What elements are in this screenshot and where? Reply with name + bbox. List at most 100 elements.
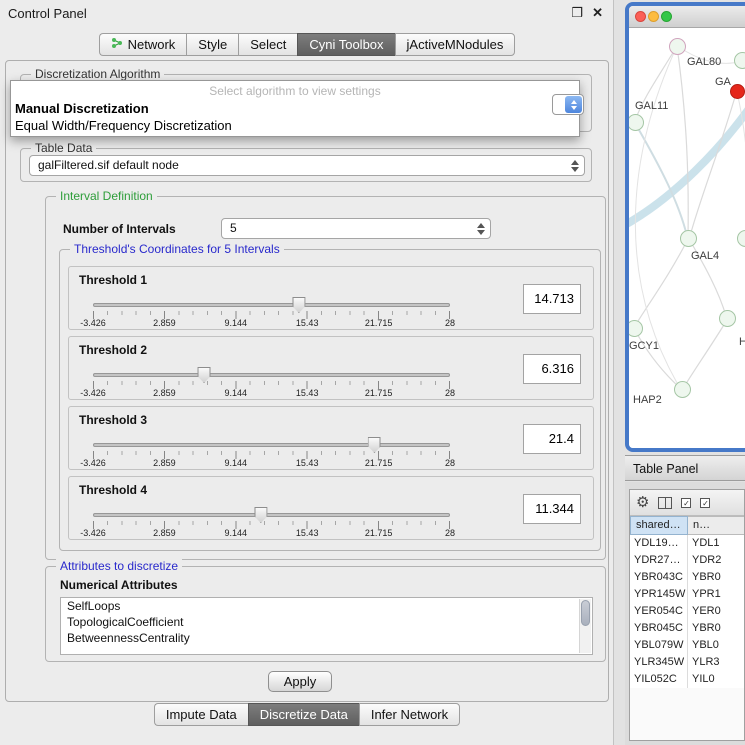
tab-label: jActiveMNodules bbox=[407, 37, 504, 52]
checkbox-icon[interactable]: ✓ bbox=[700, 498, 710, 508]
tick-label: 28 bbox=[445, 528, 455, 538]
tick-label: 2.859 bbox=[153, 388, 176, 398]
cell-name[interactable]: YPR1 bbox=[688, 586, 744, 603]
cell-name[interactable]: YDR2 bbox=[688, 552, 744, 569]
table-row[interactable]: YDL19…YDL1 bbox=[630, 535, 744, 552]
tick-label: 28 bbox=[445, 458, 455, 468]
cell-name[interactable]: YIL0 bbox=[688, 671, 744, 688]
table-row[interactable]: YBR043CYBR0 bbox=[630, 569, 744, 586]
node-label: GAL11 bbox=[635, 100, 668, 112]
list-item[interactable]: TopologicalCoefficient bbox=[61, 614, 592, 630]
cell-name[interactable]: YER0 bbox=[688, 603, 744, 620]
slider-scale: -3.426 2.859 9.144 15.43 21.715 28 bbox=[93, 388, 450, 399]
network-node[interactable] bbox=[674, 381, 691, 398]
control-panel-titlebar: Control Panel ❒ ✕ bbox=[0, 0, 613, 26]
cell-shared-name[interactable]: YER054C bbox=[630, 603, 688, 620]
network-node[interactable] bbox=[719, 310, 736, 327]
table-row[interactable]: YDR27…YDR2 bbox=[630, 552, 744, 569]
cell-shared-name[interactable]: YDR27… bbox=[630, 552, 688, 569]
tick-label: 21.715 bbox=[365, 528, 393, 538]
cell-shared-name[interactable]: YPR145W bbox=[630, 586, 688, 603]
close-icon[interactable]: ✕ bbox=[592, 5, 603, 21]
scrollbar-thumb[interactable] bbox=[581, 600, 590, 626]
checkbox-icon[interactable]: ✓ bbox=[681, 498, 691, 508]
threshold-2-value-field[interactable]: 6.316 bbox=[523, 354, 581, 384]
dropdown-option-equal-width[interactable]: Equal Width/Frequency Discretization bbox=[11, 116, 579, 133]
cell-shared-name[interactable]: YLR345W bbox=[630, 654, 688, 671]
table-row[interactable]: YIL052CYIL0 bbox=[630, 671, 744, 688]
threshold-label: Threshold 1 bbox=[79, 273, 147, 287]
tick-label: -3.426 bbox=[80, 318, 106, 328]
threshold-1-slider[interactable] bbox=[93, 303, 450, 307]
column-header-shared-name[interactable]: shared… bbox=[630, 516, 688, 535]
threshold-panel-4: Threshold 4 -3.426 2.859 9.144 15.43 21.… bbox=[68, 476, 594, 540]
network-tab-icon bbox=[111, 37, 123, 52]
table-panel-header[interactable]: Table Panel bbox=[625, 455, 745, 481]
threshold-label: Threshold 3 bbox=[79, 413, 147, 427]
node-label: HAP2 bbox=[633, 394, 662, 406]
gear-icon[interactable]: ⚙ bbox=[636, 495, 649, 510]
table-panel-area: ⚙ ✓ ✓ shared… n… YDL19…YDL1 YDR27…YDR2 Y… bbox=[625, 482, 745, 745]
threshold-3-value-field[interactable]: 21.4 bbox=[523, 424, 581, 454]
close-traffic-light-icon[interactable] bbox=[635, 11, 646, 22]
threshold-1-value-field[interactable]: 14.713 bbox=[523, 284, 581, 314]
num-intervals-combobox[interactable]: 5 bbox=[221, 218, 491, 239]
table-row[interactable]: YER054CYER0 bbox=[630, 603, 744, 620]
attributes-group: Attributes to discretize Numerical Attri… bbox=[45, 566, 606, 662]
apply-button[interactable]: Apply bbox=[268, 671, 332, 692]
cell-shared-name[interactable]: YIL052C bbox=[630, 671, 688, 688]
combo-stepper-icon[interactable] bbox=[565, 96, 582, 113]
tick-label: 28 bbox=[445, 318, 455, 328]
cell-name[interactable]: YBR0 bbox=[688, 569, 744, 586]
cell-name[interactable]: YDL1 bbox=[688, 535, 744, 552]
tab-jactivemnodules[interactable]: jActiveMNodules bbox=[395, 33, 516, 56]
tab-infer-network[interactable]: Infer Network bbox=[359, 703, 460, 726]
float-window-icon[interactable]: ❒ bbox=[571, 5, 583, 21]
list-item[interactable]: BetweennessCentrality bbox=[61, 630, 592, 646]
node-label: GCY1 bbox=[629, 340, 659, 352]
cell-name[interactable]: YBR0 bbox=[688, 620, 744, 637]
cell-name[interactable]: YBL0 bbox=[688, 637, 744, 654]
network-node-selected[interactable] bbox=[730, 84, 745, 99]
cell-shared-name[interactable]: YBR045C bbox=[630, 620, 688, 637]
table-row[interactable]: YBL079WYBL0 bbox=[630, 637, 744, 654]
algorithm-combobox[interactable] bbox=[552, 94, 584, 115]
cell-name[interactable]: YLR3 bbox=[688, 654, 744, 671]
network-window-titlebar[interactable] bbox=[629, 6, 745, 28]
interval-definition-group: Interval Definition Number of Intervals … bbox=[45, 196, 606, 560]
group-label: Table Data bbox=[31, 141, 96, 155]
network-canvas[interactable]: GAL80 GA GAL11 GAL4 GCY1 H HAP2 bbox=[629, 28, 745, 448]
threshold-2-slider[interactable] bbox=[93, 373, 450, 377]
columns-icon[interactable] bbox=[658, 497, 672, 509]
tick-label: 21.715 bbox=[365, 318, 393, 328]
tab-select[interactable]: Select bbox=[238, 33, 297, 56]
network-node[interactable] bbox=[680, 230, 697, 247]
tab-network[interactable]: Network bbox=[99, 33, 187, 56]
column-header-name[interactable]: n… bbox=[688, 516, 744, 535]
zoom-traffic-light-icon[interactable] bbox=[661, 11, 672, 22]
threshold-4-slider[interactable] bbox=[93, 513, 450, 517]
tab-impute-data[interactable]: Impute Data bbox=[154, 703, 248, 726]
table-header-row: shared… n… bbox=[630, 516, 744, 535]
tick-label: 2.859 bbox=[153, 528, 176, 538]
table-row[interactable]: YLR345WYLR3 bbox=[630, 654, 744, 671]
minimize-traffic-light-icon[interactable] bbox=[648, 11, 659, 22]
threshold-label: Threshold 4 bbox=[79, 483, 147, 497]
cell-shared-name[interactable]: YDL19… bbox=[630, 535, 688, 552]
tab-discretize-data[interactable]: Discretize Data bbox=[248, 703, 359, 726]
threshold-4-value-field[interactable]: 11.344 bbox=[523, 494, 581, 524]
dropdown-option-manual[interactable]: Manual Discretization bbox=[11, 98, 579, 116]
network-node[interactable] bbox=[734, 52, 745, 69]
list-item[interactable]: SelfLoops bbox=[61, 598, 592, 614]
threshold-3-slider[interactable] bbox=[93, 443, 450, 447]
tab-cyni-toolbox[interactable]: Cyni Toolbox bbox=[297, 33, 394, 56]
tab-style[interactable]: Style bbox=[186, 33, 238, 56]
table-data-combobox[interactable]: galFiltered.sif default node bbox=[29, 155, 585, 176]
table-row[interactable]: YBR045CYBR0 bbox=[630, 620, 744, 637]
table-row[interactable]: YPR145WYPR1 bbox=[630, 586, 744, 603]
network-node[interactable] bbox=[669, 38, 686, 55]
list-scrollbar[interactable] bbox=[579, 599, 591, 653]
numerical-attributes-label: Numerical Attributes bbox=[60, 578, 178, 592]
cell-shared-name[interactable]: YBR043C bbox=[630, 569, 688, 586]
cell-shared-name[interactable]: YBL079W bbox=[630, 637, 688, 654]
